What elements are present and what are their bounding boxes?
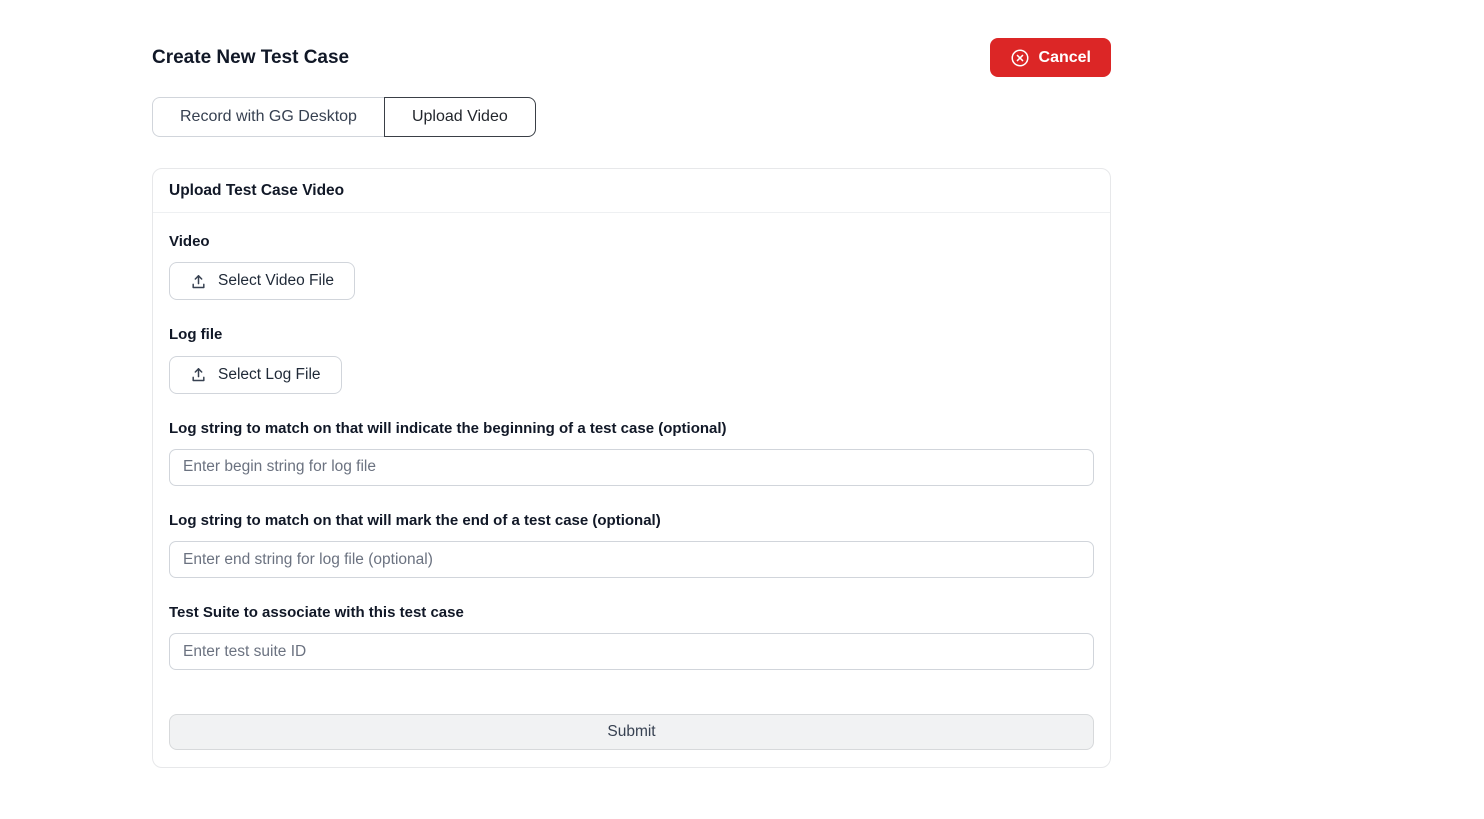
tab-record-with-gg-desktop[interactable]: Record with GG Desktop [152,97,384,137]
page-title: Create New Test Case [152,47,349,69]
begin-string-field-group: Log string to match on that will indicat… [169,420,1094,486]
create-test-case-view: Create New Test Case Cancel Record with … [152,38,1111,768]
upload-icon [190,366,207,383]
tab-upload-video[interactable]: Upload Video [384,97,536,137]
end-string-input[interactable] [169,541,1094,578]
begin-string-label: Log string to match on that will indicat… [169,420,1094,437]
card-title: Upload Test Case Video [153,169,1110,213]
test-suite-field-group: Test Suite to associate with this test c… [169,604,1094,670]
header: Create New Test Case Cancel [152,38,1111,77]
tab-bar: Record with GG Desktop Upload Video [152,97,1111,137]
log-file-field-group: Log file Select Log File [169,326,1094,393]
end-string-field-group: Log string to match on that will mark th… [169,512,1094,578]
begin-string-input[interactable] [169,449,1094,486]
upload-form: Video Select Video File Log fi [153,213,1110,767]
select-log-file-label: Select Log File [218,366,321,384]
select-log-file-button[interactable]: Select Log File [169,356,342,394]
upload-icon [190,273,207,290]
page: Create New Test Case Cancel Record with … [0,0,1484,819]
select-video-file-label: Select Video File [218,272,334,290]
cancel-button-label: Cancel [1039,49,1091,67]
submit-button[interactable]: Submit [169,714,1094,750]
video-label: Video [169,233,1094,250]
end-string-label: Log string to match on that will mark th… [169,512,1094,529]
cancel-button[interactable]: Cancel [990,38,1111,77]
select-video-file-button[interactable]: Select Video File [169,262,355,300]
test-suite-input[interactable] [169,633,1094,670]
circle-x-icon [1010,48,1030,68]
log-file-label: Log file [169,326,1094,343]
test-suite-label: Test Suite to associate with this test c… [169,604,1094,621]
video-field-group: Video Select Video File [169,233,1094,300]
upload-test-case-card: Upload Test Case Video Video Select Vide… [152,168,1111,768]
